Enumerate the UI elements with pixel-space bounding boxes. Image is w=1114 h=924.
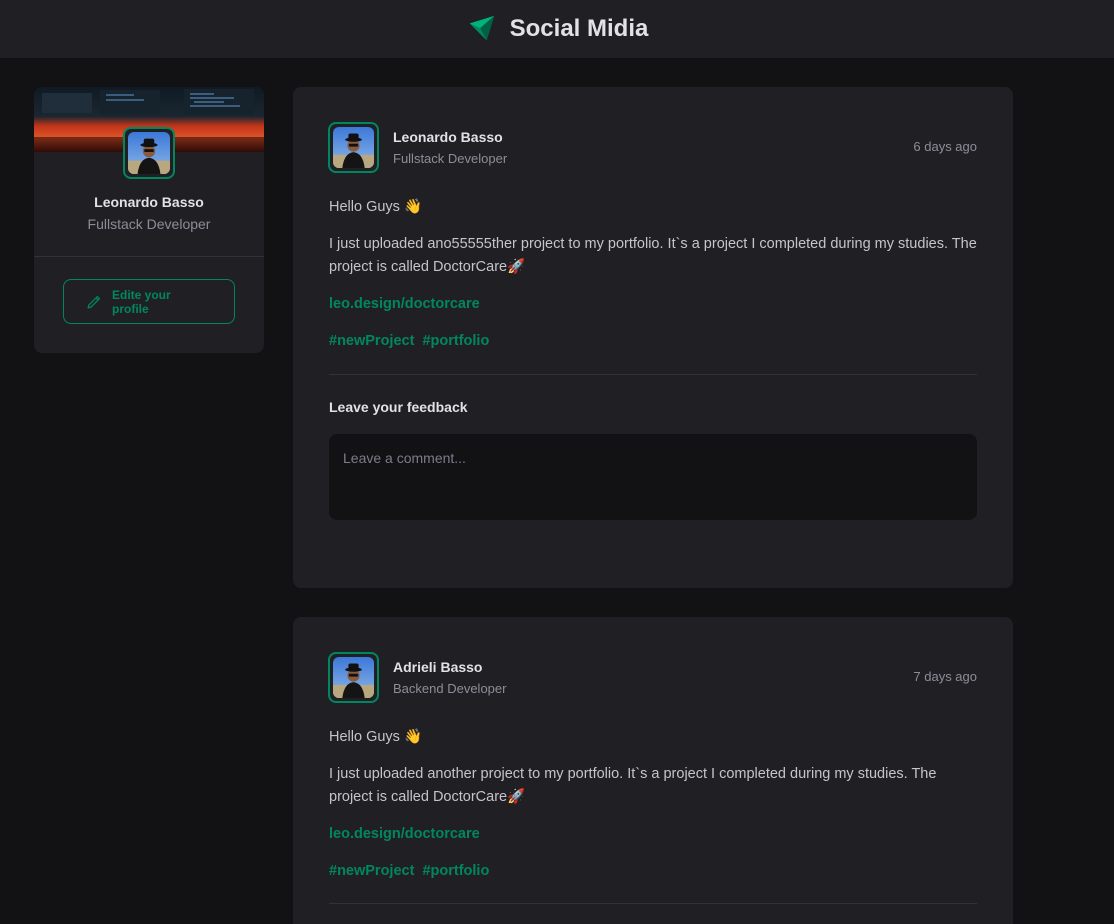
- hashtag-link[interactable]: #portfolio: [422, 863, 489, 879]
- paper-plane-logo-icon[interactable]: [466, 14, 496, 44]
- post-link[interactable]: leo.design/doctorcare: [329, 296, 480, 312]
- post-divider: [329, 374, 977, 375]
- edit-profile-label: Edite your profile: [112, 287, 171, 316]
- hashtag-link[interactable]: #portfolio: [422, 333, 489, 349]
- post-divider: [329, 903, 977, 904]
- post-author-name: Leonardo Basso: [393, 129, 503, 145]
- post-card: Leonardo Basso Fullstack Developer 6 day…: [293, 87, 1013, 588]
- post-author-role: Fullstack Developer: [393, 151, 508, 166]
- post-content: Hello Guys 👋 I just uploaded ano55555the…: [329, 196, 979, 367]
- hashtag-link[interactable]: #newProject: [329, 333, 414, 349]
- post-tags: #newProject #portfolio: [329, 860, 979, 883]
- post-greeting: Hello Guys 👋: [329, 199, 422, 215]
- app-title: Social Midia: [509, 15, 649, 42]
- post-timestamp: 6 days ago: [913, 139, 977, 154]
- post-body: I just uploaded another project to my po…: [329, 766, 937, 805]
- pencil-icon: [87, 295, 101, 309]
- profile-avatar[interactable]: [123, 127, 175, 179]
- post-greeting: Hello Guys 👋: [329, 729, 422, 745]
- profile-role: Fullstack Developer: [87, 216, 211, 232]
- edit-profile-button[interactable]: Edite your profile: [63, 279, 235, 324]
- feedback-title: Leave your feedback: [329, 399, 468, 415]
- avatar-photo: [333, 127, 374, 168]
- post-body: I just uploaded ano55555ther project to …: [329, 236, 977, 275]
- post-author-avatar[interactable]: [328, 652, 379, 703]
- hashtag-link[interactable]: #newProject: [329, 863, 414, 879]
- comment-input[interactable]: [329, 434, 977, 520]
- post-author-avatar[interactable]: [328, 122, 379, 173]
- post-author-role: Backend Developer: [393, 681, 507, 696]
- post-link[interactable]: leo.design/doctorcare: [329, 826, 480, 842]
- profile-sidebar: Leonardo Basso Fullstack Developer Edite…: [34, 87, 264, 353]
- sidebar-divider: [34, 256, 264, 257]
- post-timestamp: 7 days ago: [913, 669, 977, 684]
- avatar-photo: [128, 132, 170, 174]
- post-author-name: Adrieli Basso: [393, 659, 483, 675]
- post-card: Adrieli Basso Backend Developer 7 days a…: [293, 617, 1013, 924]
- top-header: Social Midia: [0, 0, 1114, 58]
- post-content: Hello Guys 👋 I just uploaded another pro…: [329, 726, 979, 897]
- post-tags: #newProject #portfolio: [329, 330, 979, 353]
- avatar-photo: [333, 657, 374, 698]
- profile-name: Leonardo Basso: [94, 194, 204, 210]
